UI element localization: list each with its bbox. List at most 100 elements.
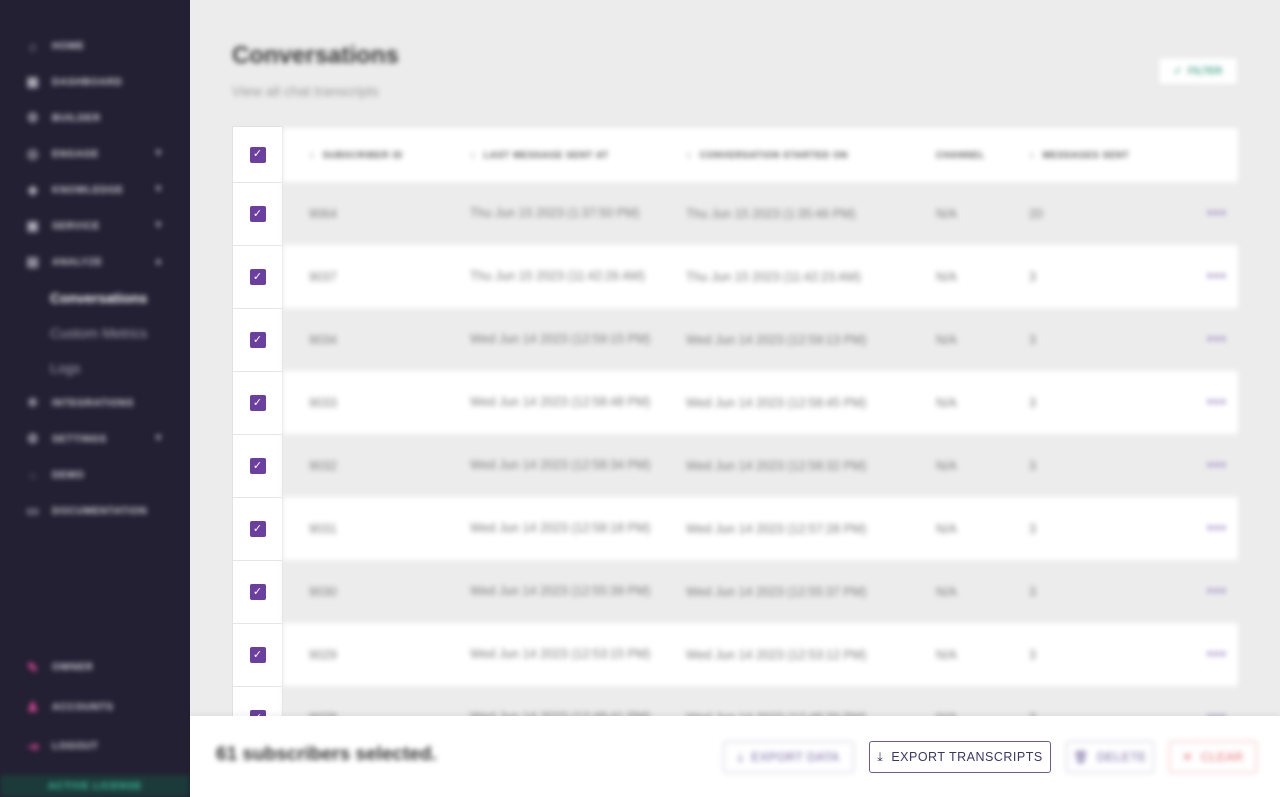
- sidebar-item-label: HOME: [52, 40, 85, 52]
- table-row[interactable]: 9037 Thu Jun 15 2023 (11:42:26 AM) Thu Jun…: [283, 245, 1238, 308]
- sidebar-item-label: ANALYZE: [52, 256, 103, 268]
- sidebar-item-engage[interactable]: ◎ ENGAGE ▼: [0, 136, 190, 172]
- column-header[interactable]: CHANNEL: [936, 150, 985, 160]
- row-checkbox[interactable]: ✓: [249, 332, 266, 348]
- subscriber-id-cell: 9033: [309, 395, 337, 410]
- sort-icon[interactable]: ↕: [309, 150, 315, 161]
- settings-icon: ⚙: [26, 431, 40, 446]
- sidebar-item-dashboard[interactable]: ▦ DASHBOARD: [0, 64, 190, 100]
- table-header-row: ↕ SUBSCRIBER ID ↕ LAST MESSAGE SENT AT ↕ CONV…: [283, 128, 1238, 182]
- sort-icon[interactable]: ↕: [1029, 150, 1035, 161]
- sidebar-item-label: SERVICE: [52, 220, 100, 232]
- column-header-label: CONVERSATION STARTED ON: [699, 150, 848, 160]
- messages-sent-cell: 3: [1029, 521, 1036, 536]
- trash-icon: 🗑: [1073, 750, 1090, 764]
- clear-button[interactable]: ✕ CLEAR: [1169, 741, 1257, 773]
- last-message-cell: Wed Jun 14 2023 (12:58:34 PM): [470, 458, 651, 472]
- sidebar-item-integrations[interactable]: ⚛ INTEGRATIONS: [0, 385, 190, 421]
- export-data-label: EXPORT DATA: [751, 750, 840, 764]
- column-header[interactable]: ↕ SUBSCRIBER ID: [309, 150, 403, 161]
- sidebar-item-builder[interactable]: ⚙ BUILDER: [0, 100, 190, 136]
- started-on-cell: Wed Jun 14 2023 (12:57:28 PM): [686, 521, 867, 536]
- sidebar-item-owner[interactable]: ✎ OWNER: [0, 648, 190, 688]
- messages-sent-cell: 3: [1029, 458, 1036, 473]
- export-data-button[interactable]: ⤓ EXPORT DATA: [723, 741, 854, 773]
- filter-button[interactable]: ✓ FILTER: [1158, 57, 1238, 85]
- more-options-icon[interactable]: •••: [1207, 583, 1227, 601]
- row-checkbox[interactable]: ✓: [249, 269, 266, 285]
- sidebar-subitem-custom-metrics[interactable]: Custom Metrics: [0, 315, 190, 350]
- chevron-down-icon[interactable]: ▼: [154, 433, 165, 444]
- last-message-cell: Wed Jun 14 2023 (12:58:18 PM): [470, 521, 651, 535]
- filter-button-label: FILTER: [1188, 65, 1223, 77]
- table-row[interactable]: 9033 Wed Jun 14 2023 (12:58:48 PM) Wed Jun…: [283, 371, 1238, 434]
- sidebar-item-logout[interactable]: ⇥ LOGOUT: [0, 727, 190, 767]
- chevron-down-icon[interactable]: ▼: [154, 184, 165, 195]
- table-row[interactable]: 9029 Wed Jun 14 2023 (12:53:15 PM) Wed Jun…: [283, 623, 1238, 686]
- more-options-icon[interactable]: •••: [1207, 268, 1227, 286]
- sidebar-item-knowledge[interactable]: ◈ KNOWLEDGE ▼: [0, 172, 190, 208]
- export-transcripts-button[interactable]: ⤓ EXPORT TRANSCRIPTS: [869, 741, 1051, 773]
- column-header-label: CHANNEL: [936, 150, 985, 160]
- row-checkbox[interactable]: ✓: [249, 584, 266, 600]
- sort-icon[interactable]: ↕: [470, 146, 476, 165]
- last-message-cell: Thu Jun 15 2023 (11:42:26 AM): [470, 269, 645, 283]
- started-on-cell: Wed Jun 14 2023 (12:53:12 PM): [686, 647, 867, 662]
- sidebar-item-label: SETTINGS: [52, 433, 107, 445]
- sidebar-item-analyze[interactable]: ▤ ANALYZE ▲: [0, 244, 190, 280]
- sidebar-item-label: INTEGRATIONS: [52, 397, 135, 409]
- download-icon: ⤓: [737, 749, 744, 764]
- row-checkbox[interactable]: ✓: [249, 647, 266, 663]
- table-row[interactable]: 9030 Wed Jun 14 2023 (12:55:39 PM) Wed Jun…: [283, 560, 1238, 623]
- chevron-up-icon[interactable]: ▲: [154, 256, 165, 267]
- sidebar-item-documentation[interactable]: ▭ DOCUMENTATION: [0, 493, 190, 529]
- sidebar-subitem-conversations[interactable]: Conversations: [0, 280, 190, 315]
- table-row[interactable]: 9032 Wed Jun 14 2023 (12:58:34 PM) Wed Jun…: [283, 434, 1238, 497]
- row-checkbox-cell: ✓: [233, 435, 282, 498]
- started-on-cell: Wed Jun 14 2023 (12:58:32 PM): [686, 458, 867, 473]
- close-icon: ✕: [1182, 750, 1194, 764]
- more-options-icon[interactable]: •••: [1207, 646, 1227, 664]
- more-options-icon[interactable]: •••: [1207, 205, 1227, 223]
- sort-icon[interactable]: ↕: [686, 150, 692, 161]
- integrations-icon: ⚛: [26, 395, 40, 410]
- more-options-icon[interactable]: •••: [1207, 394, 1227, 412]
- sidebar-item-service[interactable]: ▣ SERVICE ▼: [0, 208, 190, 244]
- sidebar-item-settings[interactable]: ⚙ SETTINGS ▼: [0, 421, 190, 457]
- clear-label: CLEAR: [1201, 750, 1244, 764]
- subscriber-id-cell: 9034: [309, 332, 337, 347]
- sidebar-item-home[interactable]: ⌂ HOME: [0, 28, 190, 64]
- sidebar-item-demo[interactable]: ◌ DEMO: [0, 457, 190, 493]
- export-transcripts-label: EXPORT TRANSCRIPTS: [891, 750, 1043, 764]
- documentation-icon: ▭: [26, 503, 40, 518]
- row-checkbox[interactable]: ✓: [249, 395, 266, 411]
- select-all-checkbox[interactable]: ✓: [249, 146, 266, 163]
- more-options-icon[interactable]: •••: [1207, 520, 1227, 538]
- last-message-cell: Wed Jun 14 2023 (12:59:15 PM): [470, 332, 651, 346]
- row-checkbox-cell: ✓: [233, 183, 282, 246]
- more-options-icon[interactable]: •••: [1207, 457, 1227, 475]
- more-options-icon[interactable]: •••: [1207, 331, 1227, 349]
- demo-icon: ◌: [28, 467, 38, 483]
- knowledge-icon: ◈: [27, 182, 39, 197]
- chevron-down-icon[interactable]: ▼: [154, 220, 165, 231]
- column-header[interactable]: ↕ MESSAGES SENT: [1029, 150, 1129, 161]
- row-checkbox[interactable]: ✓: [249, 458, 266, 474]
- row-checkbox[interactable]: ✓: [249, 206, 266, 222]
- row-checkbox[interactable]: ✓: [249, 521, 266, 537]
- column-header[interactable]: ↕ CONVERSATION STARTED ON: [686, 150, 848, 161]
- analyze-icon: ▤: [26, 254, 40, 269]
- subscriber-id-cell: 9029: [309, 647, 337, 662]
- column-header-label: MESSAGES SENT: [1042, 150, 1130, 160]
- started-on-cell: Wed Jun 14 2023 (12:59:13 PM): [686, 332, 867, 347]
- chevron-down-icon[interactable]: ▼: [154, 148, 165, 159]
- table-row[interactable]: 9034 Wed Jun 14 2023 (12:59:15 PM) Wed Jun…: [283, 308, 1238, 371]
- delete-button[interactable]: 🗑 DELETE: [1066, 741, 1154, 773]
- table-row[interactable]: 9031 Wed Jun 14 2023 (12:58:18 PM) Wed Jun…: [283, 497, 1238, 560]
- table-row[interactable]: 9064 Thu Jun 15 2023 (1:37:50 PM) Thu Jun …: [283, 182, 1238, 245]
- license-badge: ACTIVE LICENSE: [0, 775, 190, 797]
- sidebar-item-accounts[interactable]: ♟ ACCOUNTS: [0, 688, 190, 728]
- sidebar-subitem-logs[interactable]: Logs: [0, 350, 190, 385]
- subscriber-id-cell: 9064: [309, 206, 337, 221]
- column-header[interactable]: ↕ LAST MESSAGE SENT AT: [470, 146, 660, 165]
